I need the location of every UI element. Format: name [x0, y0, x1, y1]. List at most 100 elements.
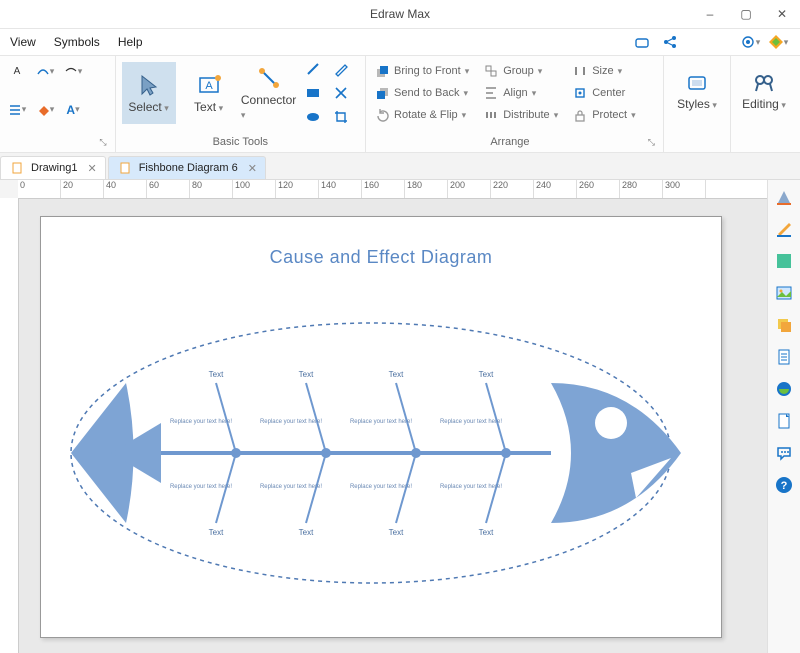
svg-text:?: ?	[781, 480, 788, 492]
align-button[interactable]: Align	[481, 83, 560, 103]
center-label: Center	[592, 87, 625, 99]
bone-label[interactable]: Text	[389, 370, 404, 379]
gear-icon[interactable]	[742, 34, 758, 50]
line-tool-button[interactable]	[302, 58, 324, 80]
editing-label: Editing	[742, 97, 786, 111]
ruler-mark: 300	[663, 180, 706, 198]
close-button[interactable]: ✕	[764, 0, 800, 28]
bone-label[interactable]: Text	[299, 528, 314, 537]
crop-tool-button[interactable]	[330, 106, 352, 128]
align-label: Align	[503, 87, 527, 99]
size-icon	[572, 63, 588, 79]
cause-text[interactable]: Replace your text here!	[440, 419, 502, 425]
bone-label[interactable]: Text	[389, 528, 404, 537]
page-panel-icon[interactable]	[773, 346, 795, 368]
bone-label[interactable]: Text	[209, 528, 224, 537]
font-dropdown[interactable]	[34, 60, 56, 82]
font-dialog-launcher[interactable]: ⤡	[99, 137, 108, 148]
styles-button[interactable]: Styles	[670, 60, 724, 122]
text-tool-button[interactable]: A Text	[182, 62, 236, 124]
tab-drawing1-close[interactable]: ✕	[87, 162, 96, 175]
group-icon	[483, 63, 499, 79]
send-to-back-button[interactable]: Send to Back	[372, 83, 471, 103]
maximize-button[interactable]: ▢	[728, 0, 764, 28]
ribbon-group-basic-tools: Select A Text Connector Basic Tools	[116, 56, 366, 152]
help-panel-icon[interactable]: ?	[773, 474, 795, 496]
center-button[interactable]: Center	[570, 83, 637, 103]
svg-text:A: A	[205, 80, 213, 92]
rectangle-tool-button[interactable]	[302, 82, 324, 104]
cause-text[interactable]: Replace your text here!	[260, 419, 322, 425]
ruler-mark: 40	[104, 180, 147, 198]
paint-bucket-button[interactable]	[34, 99, 56, 121]
menu-help[interactable]: Help	[118, 35, 143, 49]
bone-label[interactable]: Text	[209, 370, 224, 379]
distribute-button[interactable]: Distribute	[481, 105, 560, 125]
image-panel-icon[interactable]	[773, 282, 795, 304]
arrange-dialog-launcher[interactable]: ⤡	[648, 137, 657, 148]
diagram-title[interactable]: Cause and Effect Diagram	[41, 247, 721, 268]
bone-label[interactable]: Text	[299, 370, 314, 379]
distribute-label: Distribute	[503, 109, 549, 121]
menu-symbols[interactable]: Symbols	[54, 35, 100, 49]
distribute-icon	[483, 107, 499, 123]
center-icon	[572, 85, 588, 101]
line-style-dropdown[interactable]	[62, 60, 84, 82]
edraw-logo-icon[interactable]	[770, 34, 786, 50]
tab-fishbone-close[interactable]: ✕	[248, 162, 257, 175]
ellipse-tool-button[interactable]	[302, 106, 324, 128]
theme-panel-icon[interactable]	[773, 186, 795, 208]
ribbon-group-font: A A ⤡	[0, 56, 116, 152]
pencil-tool-button[interactable]	[330, 58, 352, 80]
cause-text[interactable]: Replace your text here!	[170, 419, 232, 425]
tab-drawing1-label: Drawing1	[31, 162, 77, 174]
size-button[interactable]: Size	[570, 61, 637, 81]
tab-drawing1[interactable]: Drawing1 ✕	[0, 156, 106, 179]
layers-panel-icon[interactable]	[773, 314, 795, 336]
bring-to-front-label: Bring to Front	[394, 65, 461, 77]
ruler-mark: 160	[362, 180, 405, 198]
editing-button[interactable]: Editing	[737, 60, 791, 122]
title-bar: Edraw Max – ▢ ✕	[0, 0, 800, 29]
protect-label: Protect	[592, 109, 627, 121]
connector-tool-button[interactable]: Connector	[242, 62, 296, 124]
font-size-button[interactable]: A	[6, 60, 28, 82]
ruler-mark: 260	[577, 180, 620, 198]
ribbon-group-styles: Styles	[664, 56, 731, 152]
cause-text[interactable]: Replace your text here!	[440, 484, 502, 490]
drawing-page[interactable]: Cause and Effect Diagram	[40, 216, 722, 638]
select-tool-button[interactable]: Select	[122, 62, 176, 124]
cause-text[interactable]: Replace your text here!	[350, 484, 412, 490]
cause-text[interactable]: Replace your text here!	[350, 419, 412, 425]
rotate-flip-label: Rotate & Flip	[394, 109, 458, 121]
vertical-ruler	[0, 198, 19, 653]
send-to-back-label: Send to Back	[394, 87, 459, 99]
fill-panel-icon[interactable]	[773, 250, 795, 272]
cause-text[interactable]: Replace your text here!	[260, 484, 322, 490]
group-button[interactable]: Group	[481, 61, 560, 81]
format-panel-icon[interactable]	[773, 218, 795, 240]
export-panel-icon[interactable]	[773, 410, 795, 432]
rotate-flip-button[interactable]: Rotate & Flip	[372, 105, 471, 125]
bring-to-front-button[interactable]: Bring to Front	[372, 61, 471, 81]
ribbon: A A ⤡ Select A Text Connector	[0, 56, 800, 153]
bone-label[interactable]: Text	[479, 370, 494, 379]
close-shape-button[interactable]	[330, 82, 352, 104]
canvas-area[interactable]: 0 20 40 60 80 100 120 140 160 180 200 22…	[0, 180, 767, 653]
fishbone-diagram[interactable]: Text Text Text Text Text Text Text Text …	[71, 313, 691, 593]
protect-button[interactable]: Protect	[570, 105, 637, 125]
tab-fishbone[interactable]: Fishbone Diagram 6 ✕	[108, 156, 266, 179]
basic-tools-group-label: Basic Tools	[122, 136, 359, 148]
font-color-button[interactable]: A	[62, 99, 84, 121]
minimize-button[interactable]: –	[692, 0, 728, 28]
menu-view[interactable]: View	[10, 35, 36, 49]
ruler-mark: 0	[18, 180, 61, 198]
share-icon[interactable]	[662, 34, 678, 50]
clipart-panel-icon[interactable]	[773, 378, 795, 400]
comment-panel-icon[interactable]	[773, 442, 795, 464]
cause-text[interactable]: Replace your text here!	[170, 484, 232, 490]
ruler-mark: 180	[405, 180, 448, 198]
list-button[interactable]	[6, 99, 28, 121]
bone-label[interactable]: Text	[479, 528, 494, 537]
cloud-link-icon[interactable]	[634, 34, 650, 50]
